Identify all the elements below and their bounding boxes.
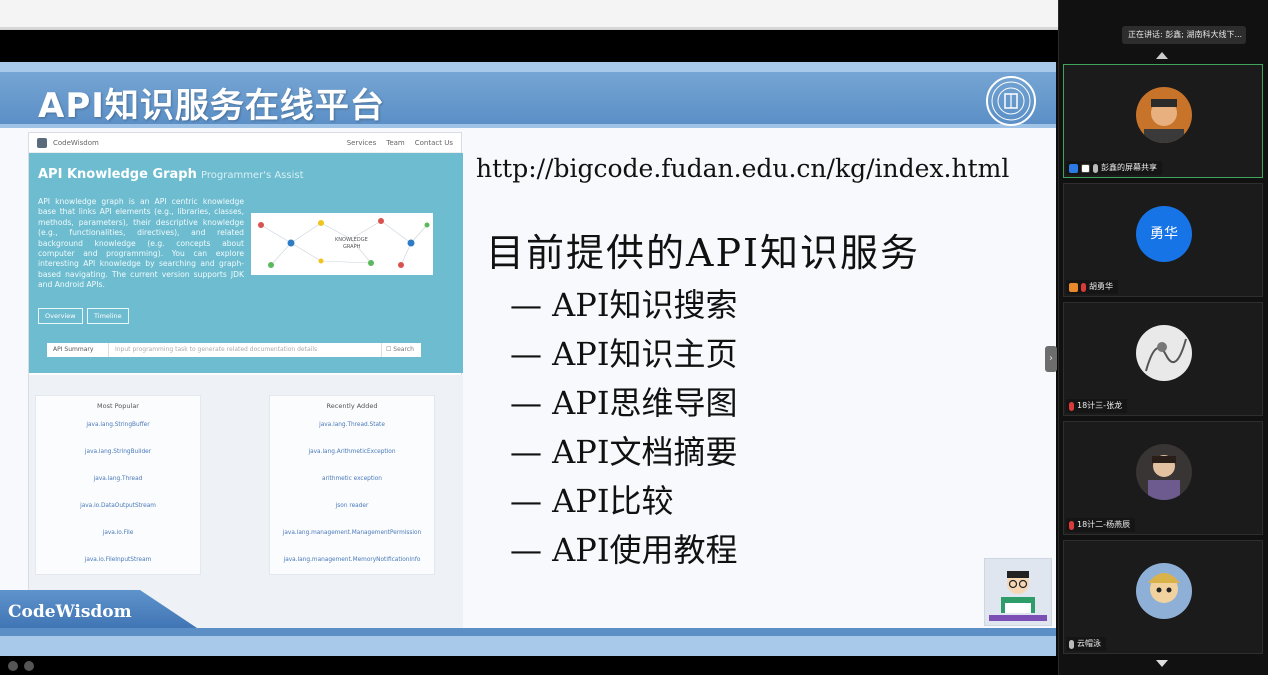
nav-link-contact: Contact Us (414, 138, 453, 147)
participant-label: 18计二-杨燕辰 (1066, 518, 1136, 532)
overview-button: Overview (38, 308, 83, 324)
svg-text:KNOWLEDGE: KNOWLEDGE (335, 237, 368, 243)
mini-toolbar[interactable] (8, 661, 34, 671)
list-item: arithmetic exception (322, 476, 382, 482)
service-item: — API思维导图 (510, 384, 738, 422)
mic-muted-icon (1069, 401, 1074, 411)
participant-name: 云帽泳 (1077, 639, 1101, 648)
shared-slide: API知识服务在线平台 CodeWisdom Services Team Con… (0, 62, 1056, 656)
mic-icon (1093, 163, 1098, 173)
university-seal-icon (986, 76, 1036, 126)
footer-strip (0, 628, 1056, 636)
list-item: java.lang.StringBuilder (84, 449, 152, 455)
recently-added-title: Recently Added (326, 402, 378, 410)
share-bottom-gap (0, 656, 1058, 675)
mic-icon (1069, 639, 1074, 649)
list-item: java.lang.management.ManagementPermissio… (282, 530, 422, 536)
list-item: java.io.DataOutputStream (80, 503, 156, 509)
website-search-bar: API Summary Input programming task to ge… (47, 343, 421, 357)
window-title-bar (0, 0, 1058, 30)
participant-label: 云帽泳 (1066, 637, 1106, 651)
list-item: java.io.File (102, 530, 134, 536)
mic-muted-icon (1081, 282, 1086, 292)
services-list: — API知识搜索 — API知识主页 — API思维导图 — API文档摘要 … (510, 282, 737, 576)
list-item: java.lang.Thread (93, 476, 143, 482)
scroll-down-icon[interactable] (1156, 660, 1168, 667)
codewisdom-logo-icon (37, 137, 47, 148)
service-item: — API比较 (510, 482, 674, 520)
user-icon (1069, 163, 1078, 173)
service-item: — API使用教程 (510, 531, 738, 569)
list-item: java.lang.StringBuffer (86, 422, 150, 428)
list-item: java.lang.ArithmeticException (308, 449, 396, 455)
participant-label: 18计三-张龙 (1066, 399, 1128, 413)
list-item: java.lang.management.MemoryNotificationI… (283, 557, 421, 563)
speaking-now-indicator: 正在讲话: 彭鑫; 湖南科大线下... (1122, 26, 1246, 44)
recently-added-card: Recently Added java.lang.Thread.State ja… (269, 395, 435, 575)
participant-tile[interactable]: 18计三-张龙 (1063, 302, 1263, 416)
hero-description: API knowledge graph is an API centric kn… (38, 197, 244, 290)
website-brand: CodeWisdom (53, 138, 99, 147)
website-screenshot: CodeWisdom Services Team Contact Us API … (28, 132, 463, 646)
service-item: — API知识搜索 (510, 286, 738, 324)
user-icon (1069, 282, 1078, 292)
most-popular-title: Most Popular (97, 402, 139, 410)
participant-tile[interactable]: 18计二-杨燕辰 (1063, 421, 1263, 535)
toolbar-dot-icon[interactable] (8, 661, 18, 671)
most-popular-card: Most Popular java.lang.StringBuffer java… (35, 395, 201, 575)
platform-url: http://bigcode.fudan.edu.cn/kg/index.htm… (476, 154, 1010, 183)
collapse-panel-handle[interactable]: › (1045, 346, 1057, 372)
services-heading: 目前提供的API知识服务 (486, 231, 921, 275)
share-top-gap (0, 30, 1058, 62)
participant-name: 18计二-杨燕辰 (1077, 520, 1131, 529)
list-item: json reader (335, 503, 369, 509)
mic-muted-icon (1069, 520, 1074, 530)
avatar (1136, 87, 1192, 143)
scroll-up-icon[interactable] (1156, 52, 1168, 59)
service-item: — API知识主页 (510, 335, 738, 373)
participant-name: 18计三-张龙 (1077, 401, 1123, 410)
slide-header: API知识服务在线平台 (0, 62, 1056, 128)
hero-title: API Knowledge Graph (38, 167, 197, 182)
svg-text:GRAPH: GRAPH (343, 244, 361, 250)
codewisdom-mascot-icon (984, 558, 1052, 626)
slide-title: API知识服务在线平台 (38, 86, 385, 126)
search-button: ☐ Search (381, 343, 421, 357)
avatar (1136, 444, 1192, 500)
avatar (1136, 325, 1192, 381)
meeting-window: API知识服务在线平台 CodeWisdom Services Team Con… (0, 0, 1268, 675)
website-hero: API Knowledge Graph Programmer's Assist … (29, 153, 463, 373)
timeline-button: Timeline (87, 308, 129, 324)
nav-link-services: Services (346, 138, 377, 147)
footer-brand: CodeWisdom (8, 602, 132, 622)
hero-subtitle: Programmer's Assist (201, 170, 304, 181)
nav-link-team: Team (386, 138, 405, 147)
participant-label: 胡勇华 (1066, 280, 1118, 294)
avatar: 勇华 (1136, 206, 1192, 262)
footer-strip-light (0, 636, 1056, 656)
toolbar-grid-icon[interactable] (24, 661, 34, 671)
knowledge-graph-illustration: KNOWLEDGE GRAPH (251, 213, 433, 275)
screen-share-icon (1081, 163, 1090, 173)
participant-name: 胡勇华 (1089, 282, 1113, 291)
list-item: java.lang.Thread.State (319, 422, 385, 428)
participant-tile[interactable]: 勇华 胡勇华 (1063, 183, 1263, 297)
participant-tile[interactable]: 彭鑫的屏幕共享 (1063, 64, 1263, 178)
participant-name: 彭鑫的屏幕共享 (1101, 163, 1157, 172)
search-type-select: API Summary (47, 343, 109, 357)
search-input: Input programming task to generate relat… (115, 346, 318, 353)
service-item: — API文档摘要 (510, 433, 738, 471)
website-nav: CodeWisdom Services Team Contact Us (29, 133, 461, 153)
list-item: java.io.FileInputStream (84, 557, 152, 563)
avatar (1136, 563, 1192, 619)
participant-label: 彭鑫的屏幕共享 (1066, 161, 1162, 175)
participant-tile[interactable]: 云帽泳 (1063, 540, 1263, 654)
